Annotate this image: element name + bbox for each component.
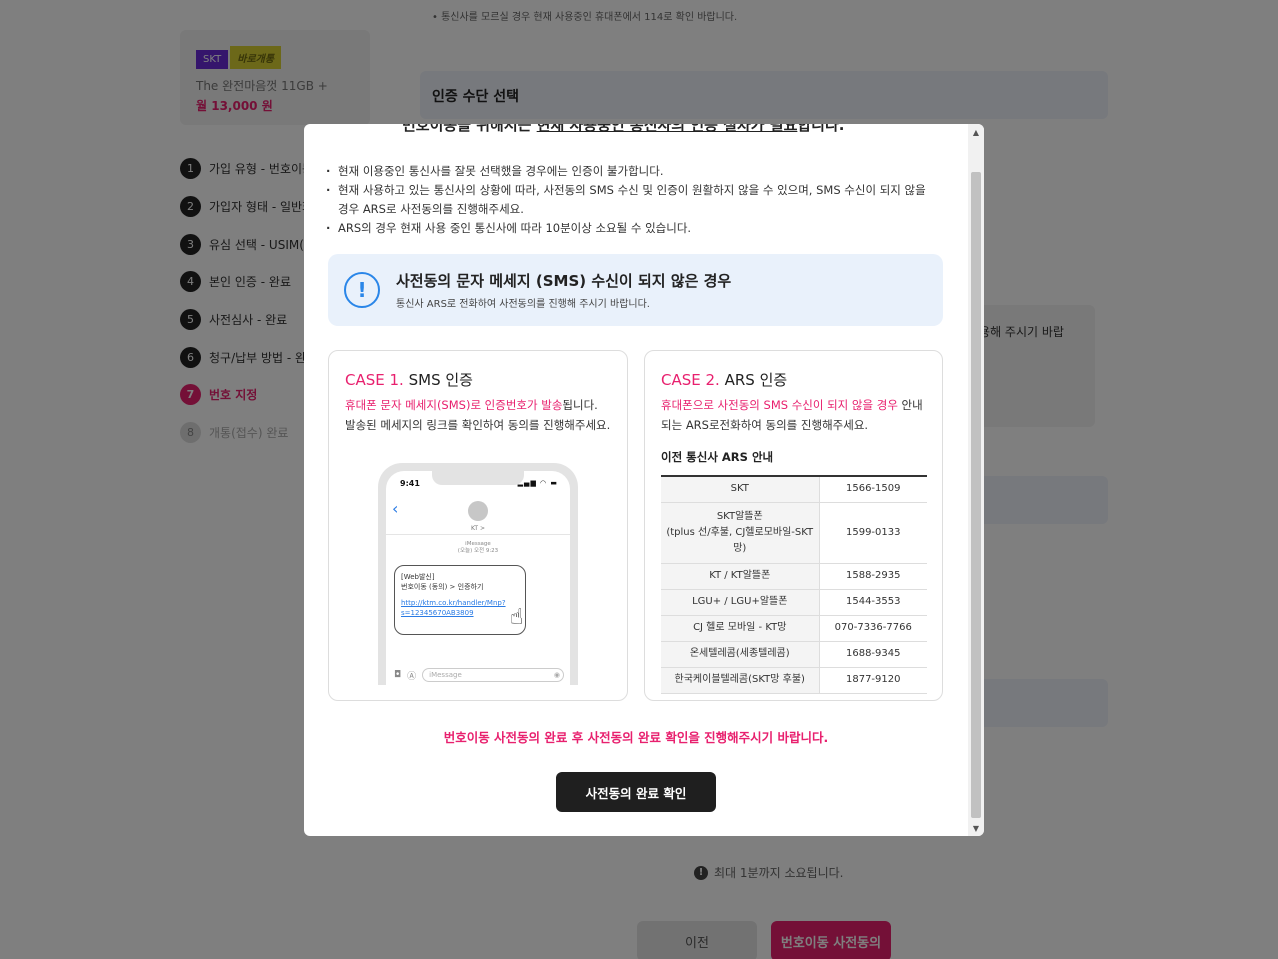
modal-heading: 번호이동을 위해서는 현재 사용중인 통신사의 인증 절차가 필요합니다. xyxy=(402,124,844,135)
exclamation-icon: ! xyxy=(344,272,380,308)
imessage-input: iMessage ◉ xyxy=(422,668,564,682)
case-ars-card: CASE 2. ARS 인증 휴대폰으로 사전동의 SMS 수신이 되지 않을 … xyxy=(644,350,943,701)
case1-description: 휴대폰 문자 메세지(SMS)로 인증번호가 발송됩니다. 발송된 메세지의 링… xyxy=(345,396,611,435)
heading-underlined: 현재 사용중인 통신사의 인증 절차가 필요 xyxy=(536,124,798,134)
table-row: SKT 1566-1509 xyxy=(661,476,927,503)
case2-desc-highlight: 휴대폰으로 사전동의 SMS 수신이 되지 않을 경우 xyxy=(661,398,898,412)
table-row: 온세텔레콤(세종텔레콤) 1688-9345 xyxy=(661,641,927,668)
avatar xyxy=(468,501,488,521)
heading-text-end: 합니다. xyxy=(797,124,845,134)
signal-battery-icon: ▂▄▆ ◠ ▬ xyxy=(517,479,558,487)
case2-label: CASE 2. xyxy=(661,371,720,389)
completion-notice: 번호이동 사전동의 완료 후 사전동의 완료 확인을 진행해주시기 바랍니다. xyxy=(443,730,829,745)
table-row: CJ 헬로 모바일 - KT망 070-7336-7766 xyxy=(661,615,927,642)
appstore-icon: Ⓐ xyxy=(407,671,417,682)
case1-title: CASE 1. SMS 인증 xyxy=(345,369,611,390)
scroll-down-icon[interactable]: ▼ xyxy=(968,820,984,836)
case1-label: CASE 1. xyxy=(345,371,404,389)
case2-title: CASE 2. ARS 인증 xyxy=(661,369,926,390)
pre-consent-modal: 번호이동을 위해서는 현재 사용중인 통신사의 인증 절차가 필요합니다. 현재… xyxy=(304,124,984,836)
note-item: 현재 이용중인 통신사를 잘못 선택했을 경우에는 인증이 불가합니다. xyxy=(326,162,936,181)
audio-icon: ◉ xyxy=(553,671,560,679)
ars-number-cell: 1877-9120 xyxy=(819,667,927,694)
case1-title-text: SMS 인증 xyxy=(408,371,473,389)
camera-icon: ◘ xyxy=(394,670,402,680)
carrier-cell: 온세텔레콤(세종텔레콤) xyxy=(661,641,820,668)
carrier-cell: 한국케이블텔레콤(SKT망 후불) xyxy=(661,667,820,694)
imessage-time: (오늘) 오전 9:23 xyxy=(457,548,499,554)
divider xyxy=(386,534,570,535)
ars-number-cell: 1588-2935 xyxy=(819,563,927,590)
contact-name: KT > xyxy=(470,525,486,532)
table-row: KT / KT알뜰폰 1588-2935 xyxy=(661,563,927,590)
ars-table: SKT 1566-1509 SKT알뜰폰 (tplus 선/후불, CJ헬로모바일… xyxy=(661,475,927,694)
note-item: 현재 사용하고 있는 통신사의 상황에 따라, 사전동의 SMS 수신 및 인증… xyxy=(326,181,936,219)
consent-link: http://ktm.co.kr/handler/Mnp?s=12345670A… xyxy=(401,599,506,617)
imessage-label: iMessage xyxy=(465,541,491,547)
carrier-cell: SKT xyxy=(661,476,820,503)
imessage-placeholder: iMessage xyxy=(429,671,462,679)
table-row: SKT알뜰폰 (tplus 선/후불, CJ헬로모바일-SKT망) 1599-01… xyxy=(661,502,927,564)
modal-scrollbar[interactable]: ▲ ▼ xyxy=(968,124,984,836)
imessage-header: iMessage (오늘) 오전 9:23 xyxy=(386,541,570,555)
case2-title-text: ARS 인증 xyxy=(724,371,788,389)
bubble-line: 번호이동 (동의) > 인증하기 xyxy=(401,583,484,591)
message-input-bar: ◘ Ⓐ iMessage ◉ xyxy=(394,667,564,683)
message-bubble: [Web발신] 번호이동 (동의) > 인증하기 http://ktm.co.k… xyxy=(394,565,526,635)
carrier-cell: LGU+ / LGU+알뜰폰 xyxy=(661,589,820,616)
info-title: 사전동의 문자 메세지 (SMS) 수신이 되지 않은 경우 xyxy=(396,272,732,290)
scroll-up-icon[interactable]: ▲ xyxy=(968,124,984,140)
ars-table-title: 이전 통신사 ARS 안내 xyxy=(661,450,774,464)
table-row: LGU+ / LGU+알뜰폰 1544-3553 xyxy=(661,589,927,616)
table-row: 한국케이블텔레콤(SKT망 후불) 1877-9120 xyxy=(661,667,927,694)
bubble-line: [Web발신] xyxy=(401,573,435,581)
consent-complete-confirm-button[interactable]: 사전동의 완료 확인 xyxy=(556,772,716,812)
notes-list: 현재 이용중인 통신사를 잘못 선택했을 경우에는 인증이 불가합니다. 현재 … xyxy=(326,162,936,238)
status-time: 9:41 xyxy=(400,479,420,488)
phone-notch xyxy=(432,471,524,485)
ars-number-cell: 1544-3553 xyxy=(819,589,927,616)
ars-number-cell: 1688-9345 xyxy=(819,641,927,668)
case2-description: 휴대폰으로 사전동의 SMS 수신이 되지 않을 경우 안내되는 ARS로전화하… xyxy=(661,396,926,435)
ars-number-cell: 1599-0133 xyxy=(819,502,927,564)
modal-content: 번호이동을 위해서는 현재 사용중인 통신사의 인증 절차가 필요합니다. 현재… xyxy=(304,124,968,836)
carrier-cell: KT / KT알뜰폰 xyxy=(661,563,820,590)
case1-desc-highlight: 휴대폰 문자 메세지(SMS)로 인증번호가 발송 xyxy=(345,398,563,412)
carrier-cell: CJ 헬로 모바일 - KT망 xyxy=(661,615,820,642)
note-item: ARS의 경우 현재 사용 중인 통신사에 따라 10분이상 소요될 수 있습니… xyxy=(326,219,936,238)
case-sms-card: CASE 1. SMS 인증 휴대폰 문자 메세지(SMS)로 인증번호가 발송… xyxy=(328,350,628,701)
scrollbar-thumb[interactable] xyxy=(971,172,981,818)
pointer-hand-icon: ☝ xyxy=(510,605,524,630)
carrier-cell: SKT알뜰폰 (tplus 선/후불, CJ헬로모바일-SKT망) xyxy=(661,502,820,564)
chevron-left-icon: ‹ xyxy=(392,499,399,518)
phone-mockup: 9:41 ▂▄▆ ◠ ▬ ‹ KT > iMessage (오늘) 오전 9:23… xyxy=(378,463,578,685)
heading-text: 번호이동을 위해서는 xyxy=(402,124,537,134)
info-subtitle: 통신사 ARS로 전화하여 사전동의를 진행해 주시기 바랍니다. xyxy=(396,299,650,310)
ars-number-cell: 1566-1509 xyxy=(819,476,927,503)
sms-fail-info-box: ! 사전동의 문자 메세지 (SMS) 수신이 되지 않은 경우 통신사 ARS… xyxy=(328,254,943,326)
phone-screen: 9:41 ▂▄▆ ◠ ▬ ‹ KT > iMessage (오늘) 오전 9:23… xyxy=(386,471,570,685)
ars-number-cell: 070-7336-7766 xyxy=(819,615,927,642)
